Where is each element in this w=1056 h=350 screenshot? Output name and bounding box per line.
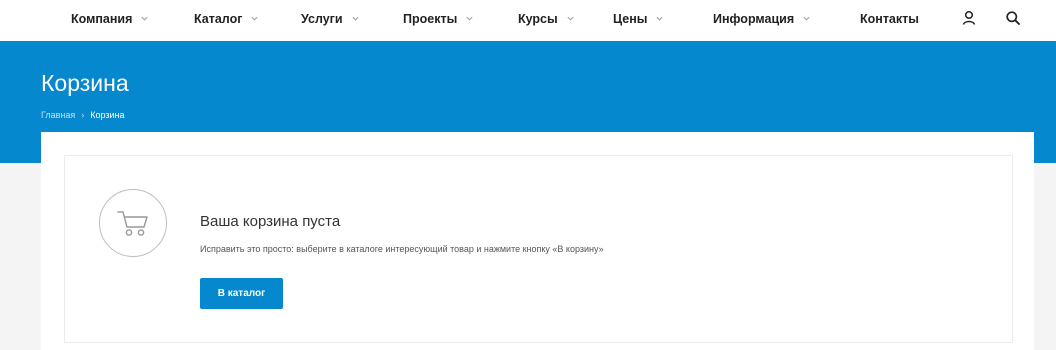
breadcrumb-current: Корзина	[90, 110, 125, 120]
chevron-down-icon	[656, 16, 664, 21]
nav-item-label: Контакты	[860, 11, 919, 26]
nav-item-prices[interactable]: Цены	[613, 0, 664, 37]
nav-item-services[interactable]: Услуги	[301, 0, 360, 37]
top-navigation: Компания Каталог Услуги Проекты Курсы Це…	[0, 0, 1056, 41]
nav-item-label: Услуги	[301, 11, 343, 26]
nav-item-label: Информация	[713, 11, 795, 26]
nav-item-catalog[interactable]: Каталог	[194, 0, 259, 37]
nav-item-projects[interactable]: Проекты	[403, 0, 474, 37]
page-title: Корзина	[41, 70, 129, 96]
nav-item-information[interactable]: Информация	[713, 0, 811, 37]
nav-item-label: Компания	[71, 11, 133, 26]
search-icon[interactable]	[1004, 9, 1022, 27]
chevron-down-icon	[141, 16, 148, 21]
empty-cart-description: Исправить это просто: выберите в каталог…	[200, 244, 604, 254]
empty-cart-title: Ваша корзина пуста	[200, 213, 341, 230]
empty-cart-panel: Ваша корзина пуста Исправить это просто:…	[64, 155, 1013, 343]
nav-item-label: Проекты	[403, 11, 458, 26]
go-to-catalog-button[interactable]: В каталог	[200, 278, 283, 309]
breadcrumb: Главная › Корзина	[41, 110, 125, 120]
nav-item-label: Каталог	[194, 11, 243, 26]
nav-item-courses[interactable]: Курсы	[518, 0, 575, 37]
chevron-down-icon	[803, 16, 810, 21]
cart-icon	[117, 211, 148, 236]
nav-item-company[interactable]: Компания	[71, 0, 149, 37]
user-icon[interactable]	[960, 9, 978, 27]
nav-item-label: Цены	[613, 11, 648, 26]
chevron-down-icon	[567, 16, 574, 21]
breadcrumb-home-link[interactable]: Главная	[41, 110, 75, 120]
chevron-down-icon	[251, 16, 258, 21]
nav-item-label: Курсы	[518, 11, 558, 26]
nav-item-contacts[interactable]: Контакты	[860, 0, 919, 37]
chevron-down-icon	[466, 16, 473, 21]
chevron-down-icon	[352, 16, 359, 21]
breadcrumb-separator: ›	[81, 110, 85, 120]
content-card: Ваша корзина пуста Исправить это просто:…	[41, 132, 1034, 350]
cart-icon-circle	[99, 189, 167, 257]
